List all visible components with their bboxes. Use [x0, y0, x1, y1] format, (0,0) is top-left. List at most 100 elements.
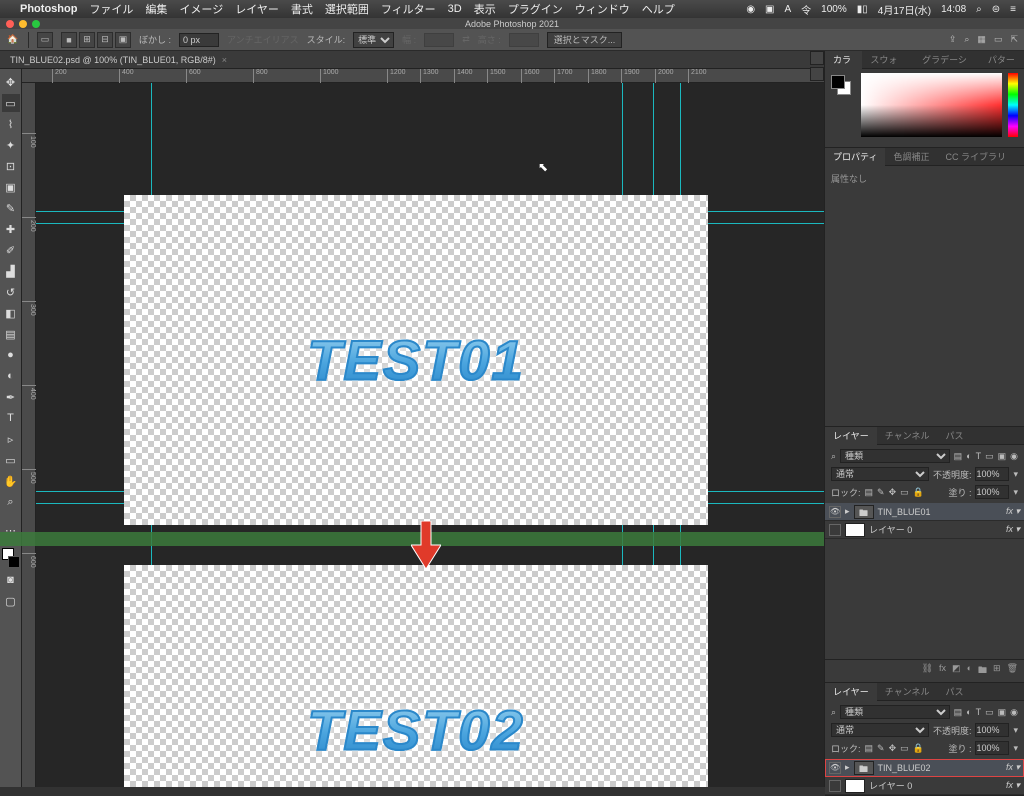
filter-pixel-icon[interactable]: ▤ [954, 451, 963, 462]
canvas-document-1[interactable]: TEST01 [124, 195, 708, 525]
new-layer-icon[interactable]: ⊞ [993, 663, 1001, 679]
opacity-input[interactable] [975, 467, 1009, 481]
lock-transparent-icon[interactable]: ▤ [865, 487, 874, 498]
filter-search-icon[interactable]: ⌕ [831, 451, 836, 462]
layer-filter-select[interactable]: 種類 [840, 449, 950, 463]
menu-window[interactable]: ウィンドウ [575, 1, 630, 17]
menu-layer[interactable]: レイヤー [235, 1, 279, 17]
link-icon[interactable]: ⛓ [922, 663, 933, 679]
adjustment-icon[interactable]: ◐ [967, 663, 972, 679]
fx-icon[interactable]: fx ▾ [1006, 506, 1020, 517]
filter-toggle-icon[interactable]: ◉ [1010, 707, 1018, 718]
filter-smart-icon[interactable]: ▣ [998, 451, 1007, 462]
color-swatches[interactable] [2, 548, 20, 568]
filter-adjust-icon[interactable]: ◐ [966, 451, 971, 461]
tool-screenmode[interactable]: ▢ [2, 592, 20, 610]
lock-all-icon[interactable]: 🔒 [913, 487, 924, 498]
tool-move[interactable]: ✥ [2, 73, 20, 91]
tool-quickmask[interactable]: ◙ [2, 571, 20, 589]
share-icon[interactable]: ⇪ [949, 34, 957, 45]
collapsed-panel-icon[interactable] [810, 51, 824, 65]
ruler-horizontal[interactable]: 200 400 600 800 1000 1200 1300 1400 1500… [22, 69, 824, 83]
minimize-window-icon[interactable] [19, 20, 27, 28]
menu-select[interactable]: 選択範囲 [325, 1, 369, 17]
feather-input[interactable] [179, 33, 219, 47]
intersect-selection-icon[interactable]: ▣ [115, 32, 131, 48]
style-select[interactable]: 標準 [353, 32, 394, 48]
tool-eyedropper[interactable]: ✎ [2, 199, 20, 217]
lock-transparent-icon[interactable]: ▤ [865, 743, 874, 754]
fill-input[interactable] [975, 741, 1009, 755]
menu-file[interactable]: ファイル [89, 1, 133, 17]
tool-hand[interactable]: ✋ [2, 472, 20, 490]
expand-icon[interactable]: ▸ [845, 762, 850, 773]
lock-position-icon[interactable]: ✥ [889, 743, 897, 754]
ruler-vertical[interactable]: 100 200 300 400 500 600 [22, 83, 36, 787]
background-swatch[interactable] [8, 556, 20, 568]
select-and-mask-button[interactable]: 選択とマスク... [547, 32, 623, 48]
visibility-icon[interactable] [829, 780, 841, 792]
menu-view[interactable]: 表示 [474, 1, 496, 17]
menu-edit[interactable]: 編集 [145, 1, 167, 17]
filter-search-icon[interactable]: ⌕ [831, 707, 836, 718]
search-icon[interactable]: ⌕ [976, 4, 982, 15]
notifications-icon[interactable]: ≡ [1010, 4, 1016, 15]
fx-button-icon[interactable]: fx [939, 663, 946, 679]
marquee-tool-icon[interactable]: ▭ [37, 32, 53, 48]
fx-icon[interactable]: fx ▾ [1006, 780, 1020, 791]
lock-artboard-icon[interactable]: ▭ [900, 487, 909, 498]
menu-image[interactable]: イメージ [179, 1, 223, 17]
lock-paint-icon[interactable]: ✎ [877, 487, 885, 498]
visibility-icon[interactable]: 👁 [829, 762, 841, 774]
close-tab-icon[interactable]: × [222, 55, 227, 65]
chevron-down-icon[interactable]: ▾ [1013, 725, 1018, 736]
control-center-icon[interactable]: ⊜ [992, 4, 1000, 15]
hue-strip[interactable] [1008, 73, 1018, 137]
lock-paint-icon[interactable]: ✎ [877, 743, 885, 754]
tool-heal[interactable]: ✚ [2, 220, 20, 238]
tab-color[interactable]: カラー [825, 51, 862, 69]
visibility-icon[interactable] [829, 524, 841, 536]
tool-frame[interactable]: ▣ [2, 178, 20, 196]
input-icon[interactable]: A [785, 4, 792, 15]
tool-lasso[interactable]: ⌇ [2, 115, 20, 133]
tool-shape[interactable]: ▭ [2, 451, 20, 469]
close-window-icon[interactable] [6, 20, 14, 28]
filter-smart-icon[interactable]: ▣ [998, 707, 1007, 718]
workspace-icon[interactable]: ▦ [977, 34, 986, 45]
traffic-lights[interactable] [6, 20, 40, 28]
tool-brush[interactable]: ✐ [2, 241, 20, 259]
filter-shape-icon[interactable]: ▭ [985, 707, 994, 718]
filter-type-icon[interactable]: T [976, 707, 982, 717]
chevron-down-icon[interactable]: ▾ [1013, 487, 1018, 498]
tool-wand[interactable]: ✦ [2, 136, 20, 154]
tab-layers[interactable]: レイヤー [825, 427, 877, 445]
tab-libraries[interactable]: CC ライブラリ [937, 148, 1014, 166]
mask-icon[interactable]: ◩ [952, 663, 961, 679]
search-icon[interactable]: ⌕ [964, 34, 969, 45]
lock-artboard-icon[interactable]: ▭ [900, 743, 909, 754]
menu-3d[interactable]: 3D [448, 3, 462, 15]
opacity-input[interactable] [975, 723, 1009, 737]
filter-pixel-icon[interactable]: ▤ [954, 707, 963, 718]
menu-type[interactable]: 書式 [291, 1, 313, 17]
group-icon[interactable]: 🖿 [978, 663, 987, 679]
collapsed-panel-icon[interactable] [810, 67, 824, 81]
menu-filter[interactable]: フィルター [381, 1, 436, 17]
tab-paths[interactable]: パス [937, 683, 971, 701]
chevron-down-icon[interactable]: ▾ [1013, 469, 1018, 480]
new-selection-icon[interactable]: ■ [61, 32, 77, 48]
layer-row[interactable]: レイヤー 0 fx ▾ [825, 521, 1024, 539]
filter-adjust-icon[interactable]: ◐ [966, 707, 971, 717]
tool-eraser[interactable]: ◧ [2, 304, 20, 322]
width-input[interactable] [424, 33, 454, 47]
filter-shape-icon[interactable]: ▭ [985, 451, 994, 462]
tab-swatches[interactable]: スウォッチ [862, 51, 914, 69]
tab-gradients[interactable]: グラデーション [914, 51, 980, 69]
tool-history[interactable]: ↺ [2, 283, 20, 301]
tab-patterns[interactable]: パターン [980, 51, 1024, 69]
tool-path[interactable]: ▹ [2, 430, 20, 448]
layer-row-highlighted[interactable]: 👁 ▸ 🖿 TIN_BLUE02 fx ▾ [825, 759, 1024, 777]
menu-help[interactable]: ヘルプ [642, 1, 675, 17]
menu-plugins[interactable]: プラグイン [508, 1, 563, 17]
